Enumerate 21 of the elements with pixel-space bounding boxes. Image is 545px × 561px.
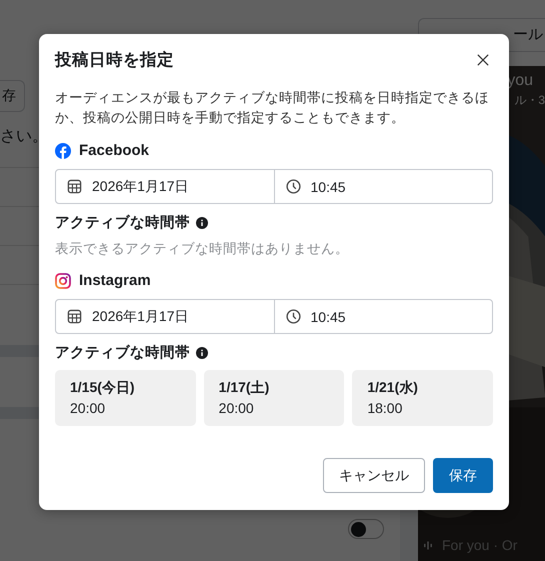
instagram-logo-icon [55,272,71,288]
time-slot[interactable]: 1/21(水) 18:00 [352,370,494,426]
video-meta: ル・3 [514,92,545,109]
save-button[interactable]: 保存 [433,458,493,493]
note-text: さい。 [0,127,48,147]
audio-icon [424,540,432,550]
empty-message: 表示できるアクティブな時間帯はありません。 [55,240,350,258]
facebook-logo-icon [55,142,71,158]
dialog-title: 投稿日時を指定 [55,50,174,71]
active-times-heading: アクティブな時間帯 [55,344,190,362]
toggle-switch[interactable] [348,519,384,539]
platform-name: Instagram [79,272,151,289]
description-text: オーディエンスが最もアクティブな時間帯に投稿を日時指定できるほか、投稿の公開日時を手動で指定することもできます。 [55,89,490,127]
close-icon[interactable] [477,54,489,66]
info-icon[interactable] [196,216,208,228]
time-slot[interactable]: 1/15(今日) 20:00 [55,370,196,426]
active-times-heading: アクティブな時間帯 [55,214,190,232]
platform-name: Facebook [79,142,150,159]
time-slot[interactable]: 1/17(土) 20:00 [204,370,344,426]
info-icon[interactable] [196,346,208,358]
cancel-button[interactable]: キャンセル [323,458,425,493]
